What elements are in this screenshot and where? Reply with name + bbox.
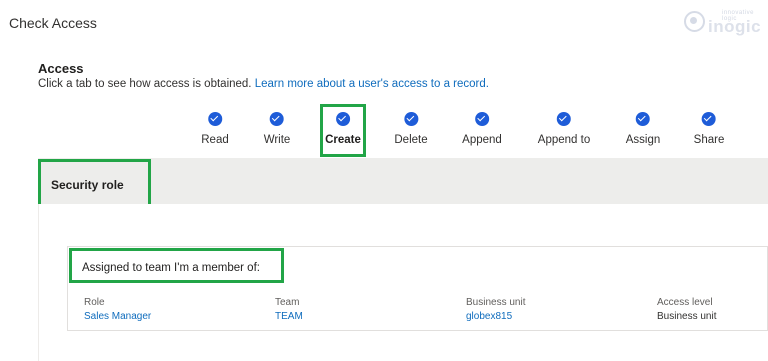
access-heading: Access [38, 61, 84, 76]
tab-label: Delete [394, 134, 428, 146]
tab-label: Share [693, 134, 725, 146]
check-circle-icon [208, 112, 222, 126]
check-circle-icon [404, 112, 418, 126]
tab-assign[interactable]: Assign [625, 112, 661, 146]
check-circle-icon [475, 112, 489, 126]
tab-label: Assign [625, 134, 661, 146]
learn-more-link[interactable]: Learn more about a user's access to a re… [255, 78, 489, 90]
access-description: Click a tab to see how access is obtaine… [38, 78, 489, 90]
logo-wordmark: inogic [708, 17, 762, 36]
card-title-highlight [69, 248, 284, 283]
check-circle-icon [270, 112, 284, 126]
role-link[interactable]: Sales Manager [84, 311, 151, 322]
create-tab-highlight [320, 104, 366, 157]
tab-share[interactable]: Share [693, 112, 725, 146]
tab-label: Write [263, 134, 291, 146]
check-circle-icon [702, 112, 716, 126]
security-role-highlight [38, 159, 151, 210]
tab-label: Append to [537, 134, 591, 146]
team-link[interactable]: TEAM [275, 311, 303, 322]
business-unit-link[interactable]: globex815 [466, 311, 512, 322]
inogic-logo: innovative logic inogic [684, 8, 764, 38]
tab-append[interactable]: Append [462, 112, 502, 146]
tab-label: Read [201, 134, 229, 146]
column-header-business-unit: Business unit [466, 297, 526, 308]
window-title: Check Access [9, 15, 97, 31]
column-header-role: Role [84, 297, 105, 308]
tab-write[interactable]: Write [263, 112, 291, 146]
logo-mark-icon [684, 11, 705, 32]
access-level-value: Business unit [657, 311, 717, 322]
check-circle-icon [557, 112, 571, 126]
access-description-text: Click a tab to see how access is obtaine… [38, 78, 252, 90]
tab-read[interactable]: Read [201, 112, 229, 146]
column-header-team: Team [275, 297, 300, 308]
check-circle-icon [636, 112, 650, 126]
tab-append-to[interactable]: Append to [538, 112, 590, 146]
column-header-access-level: Access level [657, 297, 713, 308]
tab-label: Append [462, 134, 502, 146]
tab-delete[interactable]: Delete [394, 112, 428, 146]
